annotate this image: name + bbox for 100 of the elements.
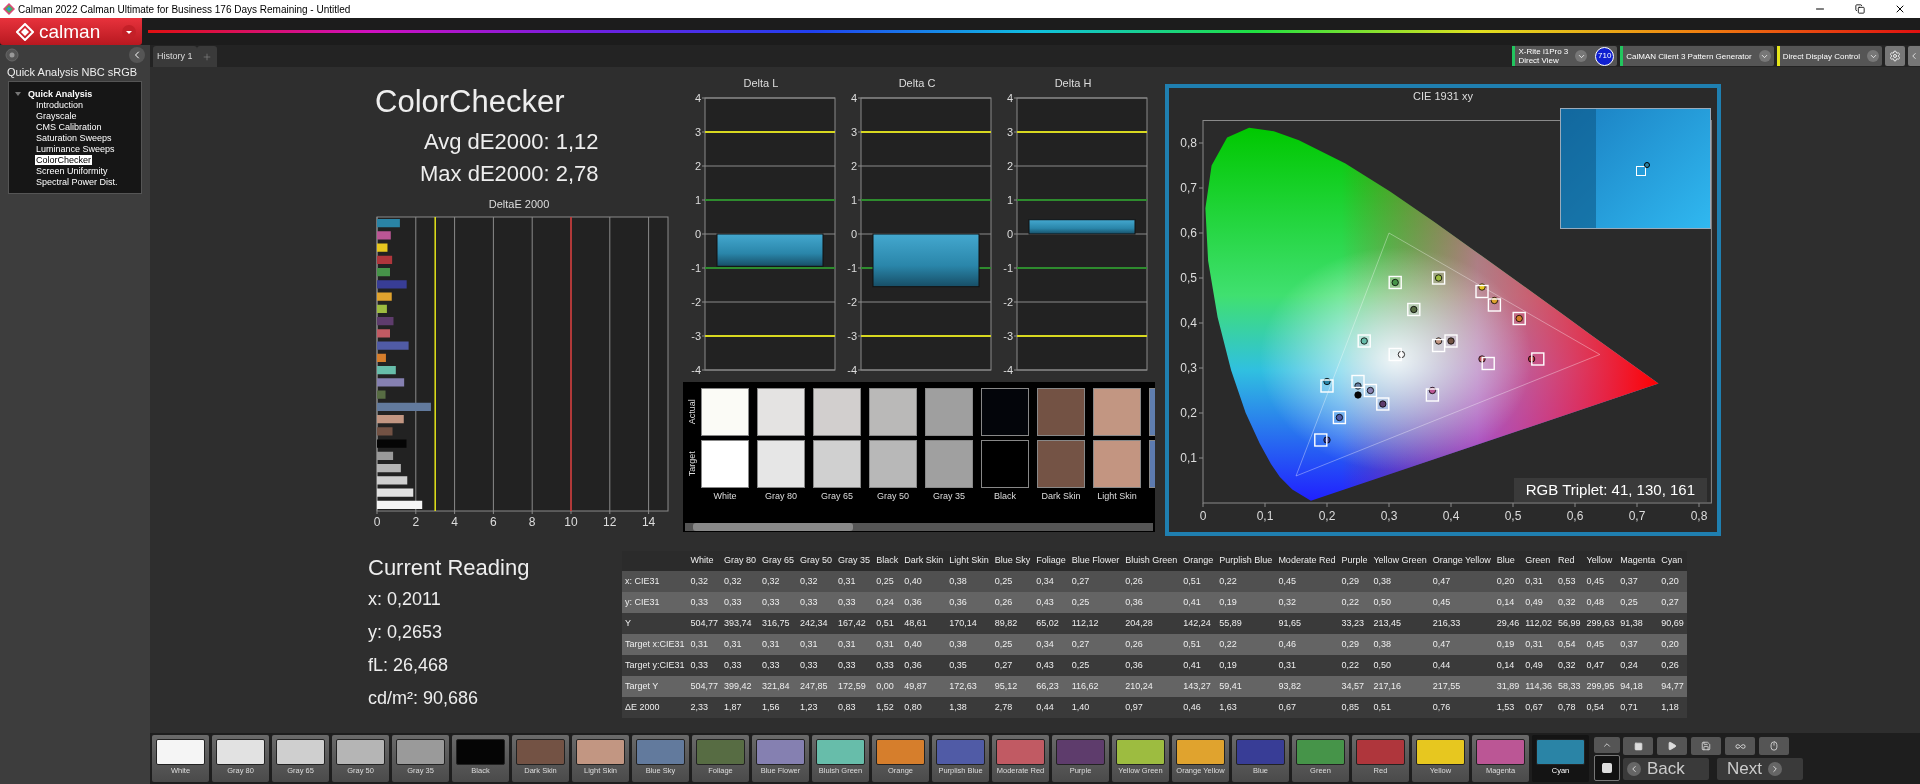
table-cell: 0,80 (901, 697, 947, 718)
axis-tick-label: 0,1 (1180, 451, 1197, 465)
table-cell: 95,12 (991, 676, 1034, 697)
table-cell: 0,22 (1216, 634, 1276, 655)
table-cell: 0,32 (1555, 592, 1584, 613)
axis-tick-label: 0 (373, 515, 381, 529)
axis-tick-label: 4 (694, 92, 701, 104)
axis-tick-label: 1 (1006, 194, 1013, 206)
table-cell: 0,34 (1033, 634, 1069, 655)
axis-tick-label: -3 (691, 330, 701, 342)
table-cell: 0,83 (835, 697, 874, 718)
axis-tick-label: 0,4 (1180, 316, 1197, 330)
table-cell: 0,26 (1658, 655, 1687, 676)
column-header: Purplish Blue (1216, 551, 1276, 571)
table-cell: 0,43 (1033, 592, 1069, 613)
axis-tick-label: 0 (694, 228, 701, 240)
table-cell: 0,46 (1180, 697, 1217, 718)
table-cell: 0,43 (1033, 655, 1069, 676)
axis-tick-label: 3 (694, 126, 701, 138)
table-cell: 0,22 (1338, 655, 1371, 676)
table-cell: 0,35 (946, 655, 992, 676)
table-cell: 0,38 (1370, 571, 1430, 592)
axis-tick-label: 2 (1006, 160, 1013, 172)
axis-tick-label: -2 (1003, 296, 1013, 308)
table-cell: 0,54 (1583, 697, 1618, 718)
table-cell: 0,33 (873, 655, 902, 676)
summary-stat: Max dE2000: 2,78 (420, 160, 599, 188)
axis-tick-label: 0,4 (1442, 509, 1460, 523)
table-cell: 0,32 (1275, 592, 1339, 613)
table-cell: 0,33 (721, 592, 760, 613)
column-header: Green (1522, 551, 1556, 571)
table-cell: 167,42 (835, 613, 874, 634)
axis-tick-label: 0 (850, 228, 857, 240)
axis-tick-label: 0,6 (1566, 509, 1584, 523)
table-cell: 1,52 (873, 697, 902, 718)
table-cell: 0,36 (901, 655, 947, 676)
column-header: Gray 50 (797, 551, 836, 571)
table-cell: 0,85 (1338, 697, 1371, 718)
table-cell: 143,27 (1180, 676, 1217, 697)
chart-title: Delta H (1054, 77, 1092, 90)
device-label: X-Rite i1Pro 3 (1518, 47, 1569, 56)
table-cell: 0,31 (835, 634, 874, 655)
table-cell: 0,31 (687, 634, 722, 655)
table-cell: 0,25 (1617, 592, 1659, 613)
axis-tick-label: 6 (490, 515, 497, 529)
table-cell: 1,56 (759, 697, 798, 718)
swatch-label: Gray 65 (821, 490, 853, 503)
table-cell: 2,33 (687, 697, 722, 718)
table-cell: 0,29 (1338, 634, 1371, 655)
swatch-label: Light Skin (1097, 490, 1137, 503)
table-cell: 116,62 (1068, 676, 1123, 697)
table-cell: 0,51 (1180, 571, 1217, 592)
table-cell: 172,63 (946, 676, 992, 697)
table-cell: 0,54 (1555, 634, 1584, 655)
table-cell: 0,20 (1658, 634, 1687, 655)
page-title: ColorChecker (374, 84, 566, 120)
table-cell: 0,31 (759, 634, 798, 655)
table-cell: 0,67 (1522, 697, 1556, 718)
chart-title: Delta L (743, 77, 779, 90)
table-cell: 0,38 (946, 634, 992, 655)
table-cell: 56,99 (1555, 613, 1584, 634)
column-header: Dark Skin (901, 551, 947, 571)
table-cell: 0,45 (1583, 571, 1618, 592)
swatch-label: Gray 50 (877, 490, 909, 503)
table-cell: 0,20 (1658, 571, 1687, 592)
reading-value: x: 0,2011 (368, 588, 442, 611)
section-title: Current Reading (368, 554, 531, 582)
reading-value: cd/m²: 90,686 (368, 687, 480, 710)
table-cell: 0,44 (1429, 655, 1494, 676)
table-cell: 0,41 (1180, 592, 1217, 613)
table-cell: 0,51 (1370, 697, 1430, 718)
table-cell: 0,27 (1658, 592, 1687, 613)
table-cell: 0,19 (1493, 634, 1523, 655)
table-cell: 213,45 (1370, 613, 1430, 634)
table-cell: 112,12 (1068, 613, 1123, 634)
column-header: Blue (1493, 551, 1523, 571)
column-header: Gray 35 (835, 551, 874, 571)
table-cell: 0,36 (901, 592, 947, 613)
table-cell: 0,71 (1617, 697, 1659, 718)
table-cell: 0,33 (759, 655, 798, 676)
axis-tick-label: 0,6 (1180, 226, 1197, 240)
table-cell: 0,31 (1275, 655, 1339, 676)
table-cell: 0,32 (721, 571, 760, 592)
axis-tick-label: -2 (847, 296, 857, 308)
axis-tick-label: 0,2 (1180, 406, 1197, 420)
table-cell: 1,23 (797, 697, 836, 718)
logo-text: calman (39, 21, 101, 42)
table-cell: 0,25 (1068, 655, 1123, 676)
axis-tick-label: -3 (847, 330, 857, 342)
table-cell: 0,00 (873, 676, 902, 697)
table-cell: 66,23 (1033, 676, 1069, 697)
column-header: Yellow (1583, 551, 1618, 571)
table-cell: 0,33 (835, 655, 874, 676)
table-cell: 1,63 (1216, 697, 1276, 718)
table-cell: 0,46 (1275, 634, 1339, 655)
table-cell: 91,38 (1617, 613, 1659, 634)
table-cell: 0,36 (1122, 655, 1181, 676)
swatch-label: Gray 80 (765, 490, 797, 503)
axis-tick-label: 14 (641, 515, 656, 529)
table-cell: 0,22 (1216, 571, 1276, 592)
